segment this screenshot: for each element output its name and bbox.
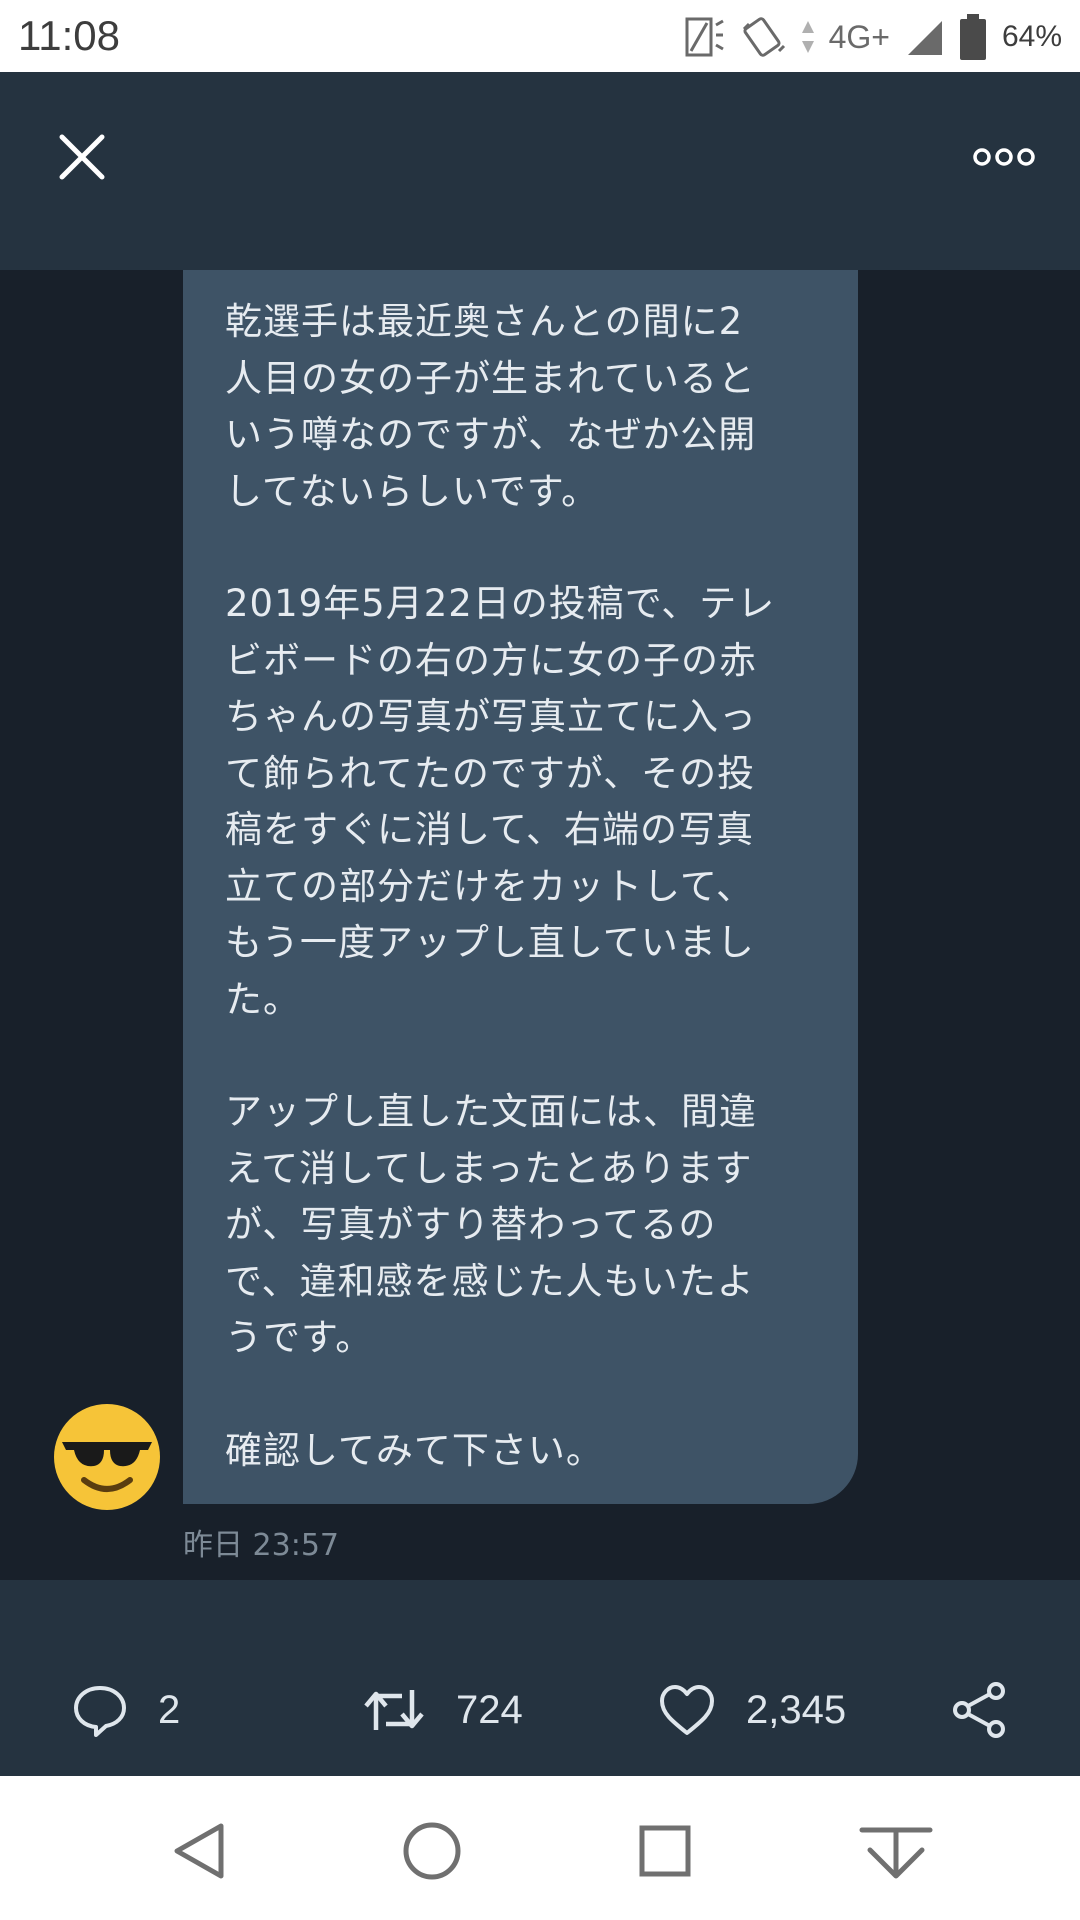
network-type: 4G+ bbox=[828, 18, 890, 55]
battery-icon bbox=[959, 14, 986, 60]
nav-notification-button[interactable] bbox=[858, 1816, 934, 1886]
navigation-bar bbox=[0, 1776, 1080, 1920]
status-time: 11:08 bbox=[18, 12, 120, 59]
pull-down-icon bbox=[859, 1827, 933, 1879]
share-button[interactable] bbox=[950, 1680, 1008, 1740]
message-paragraph: 乾選手は最近奥さんとの間に2 人目の女の子が生まれていると いう噂なのですが、な… bbox=[225, 300, 757, 513]
data-arrows-icon bbox=[801, 21, 814, 53]
screenshot-icon bbox=[685, 17, 724, 57]
close-icon bbox=[59, 134, 105, 180]
avatar[interactable] bbox=[52, 1402, 162, 1512]
battery-percent: 64% bbox=[1001, 20, 1062, 53]
like-button[interactable]: 2,345 bbox=[658, 1680, 846, 1740]
back-triangle-icon bbox=[174, 1823, 224, 1879]
home-circle-icon bbox=[403, 1822, 461, 1880]
retweet-count: 724 bbox=[456, 1687, 523, 1732]
share-icon bbox=[953, 1682, 1005, 1738]
nav-back-button[interactable] bbox=[163, 1816, 233, 1886]
sunglasses-emoji-icon bbox=[54, 1404, 160, 1510]
message-paragraph: 2019年5月22日の投稿で、テレ ビボードの右の方に女の子の赤 ちゃんの写真が… bbox=[225, 582, 776, 1021]
reply-count: 2 bbox=[158, 1687, 181, 1732]
message-bubble[interactable]: 乾選手は最近奥さんとの間に2 人目の女の子が生まれていると いう噂なのですが、な… bbox=[183, 270, 858, 1504]
message-paragraph: 確認してみて下さい。 bbox=[225, 1428, 604, 1472]
signal-icon bbox=[907, 21, 942, 55]
top-bar bbox=[0, 72, 1080, 270]
message-paragraph: アップし直した文面には、間違 えて消してしまったとあります が、写真がすり替わっ… bbox=[225, 1090, 757, 1359]
retweet-icon bbox=[364, 1690, 424, 1730]
more-options-button[interactable] bbox=[972, 142, 1036, 172]
more-horizontal-icon bbox=[973, 148, 1035, 166]
message-timestamp: 昨日 23:57 bbox=[183, 1528, 339, 1563]
status-icons: 4G+ 64% bbox=[683, 12, 1062, 62]
reply-icon bbox=[74, 1686, 126, 1737]
nav-home-button[interactable] bbox=[397, 1816, 467, 1886]
message-view: 乾選手は最近奥さんとの間に2 人目の女の子が生まれていると いう噂なのですが、な… bbox=[0, 270, 1080, 1580]
nav-recents-button[interactable] bbox=[630, 1816, 700, 1886]
close-button[interactable] bbox=[52, 127, 112, 187]
retweet-button[interactable]: 724 bbox=[362, 1680, 523, 1740]
status-bar: 11:08 4G+ 64% bbox=[0, 0, 1080, 72]
heart-icon bbox=[660, 1685, 714, 1735]
reply-button[interactable]: 2 bbox=[72, 1680, 180, 1740]
recents-square-icon bbox=[639, 1825, 691, 1877]
vibrate-icon bbox=[742, 17, 785, 57]
like-count: 2,345 bbox=[746, 1687, 847, 1732]
action-bar: 2 724 2,345 bbox=[0, 1580, 1080, 1776]
